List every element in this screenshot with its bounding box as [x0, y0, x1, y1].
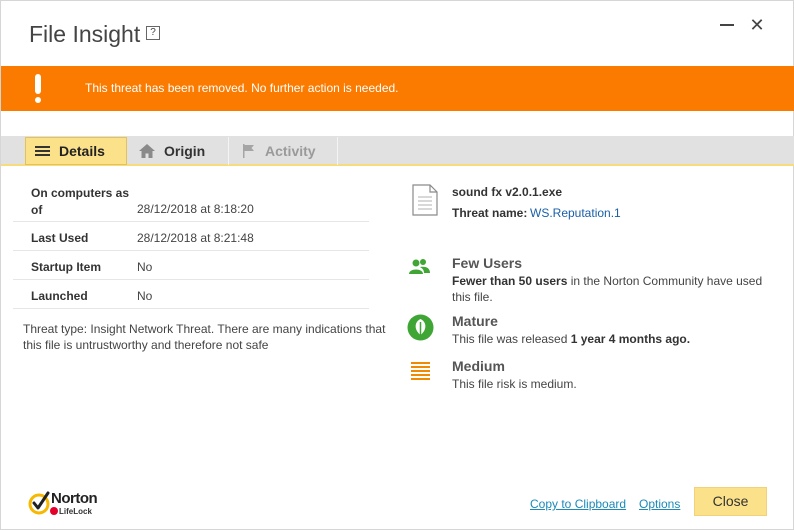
users-insight-title: Few Users — [452, 255, 523, 271]
minimize-icon — [720, 24, 734, 26]
exclamation-icon — [34, 74, 42, 104]
details-label: Launched — [31, 289, 88, 303]
logo-name: Norton — [51, 490, 98, 507]
help-icon[interactable]: ? — [146, 26, 160, 40]
threat-description: Threat type: Insight Network Threat. The… — [23, 322, 386, 352]
tab-origin-label: Origin — [164, 143, 206, 159]
tab-activity[interactable]: Activity — [230, 137, 338, 165]
details-table: On computers as of 28/12/2018 at 8:18:20… — [13, 179, 369, 309]
tab-bar: Details Origin Activity — [1, 136, 794, 166]
norton-logo: Norton LifeLock — [28, 490, 118, 518]
threat-name-value[interactable]: WS.Reputation.1 — [530, 206, 621, 220]
risk-insight-desc: This file risk is medium. — [452, 377, 577, 391]
tab-activity-label: Activity — [265, 143, 316, 159]
banner-message: This threat has been removed. No further… — [85, 81, 399, 95]
details-label: Last Used — [31, 231, 89, 245]
leaf-icon — [407, 314, 434, 342]
details-row: Startup Item No — [13, 251, 369, 280]
mature-insight-bold: 1 year 4 months ago. — [570, 332, 691, 346]
mature-insight-title: Mature — [452, 313, 498, 329]
tab-details[interactable]: Details — [25, 137, 127, 165]
close-window-button[interactable]: ✕ — [747, 15, 767, 35]
list-icon — [35, 145, 50, 157]
flag-icon — [242, 144, 256, 158]
details-value: No — [137, 260, 153, 274]
status-banner: This threat has been removed. No further… — [1, 66, 794, 111]
details-row: Last Used 28/12/2018 at 8:21:48 — [13, 222, 369, 251]
details-label: On computers as of — [31, 186, 130, 217]
details-row: Launched No — [13, 280, 369, 309]
file-insight-window: File Insight ? ✕ This threat has been re… — [0, 0, 794, 530]
norton-check-icon — [28, 491, 50, 515]
risk-level-icon — [411, 362, 430, 381]
threat-name-label: Threat name: — [452, 206, 528, 220]
home-icon — [139, 144, 155, 158]
risk-insight-title: Medium — [452, 358, 505, 374]
details-value: 28/12/2018 at 8:21:48 — [137, 231, 254, 245]
file-icon — [412, 184, 438, 216]
lifelock-dot-icon — [50, 507, 58, 515]
users-icon — [408, 257, 432, 281]
details-label: Startup Item — [31, 260, 102, 274]
details-value: 28/12/2018 at 8:18:20 — [137, 202, 254, 216]
window-title: File Insight — [29, 21, 141, 47]
options-link[interactable]: Options — [639, 497, 680, 511]
tab-details-label: Details — [59, 143, 105, 159]
close-button[interactable]: Close — [694, 487, 767, 516]
mature-insight-desc: This file was released 1 year 4 months a… — [452, 331, 772, 347]
mature-insight-prefix: This file was released — [452, 332, 571, 346]
details-row: On computers as of 28/12/2018 at 8:18:20 — [13, 179, 369, 222]
file-name: sound fx v2.0.1.exe — [452, 185, 563, 199]
logo-sub: LifeLock — [59, 507, 92, 516]
minimize-button[interactable] — [717, 15, 737, 35]
copy-to-clipboard-link[interactable]: Copy to Clipboard — [530, 497, 626, 511]
details-value: No — [137, 289, 153, 303]
tab-origin[interactable]: Origin — [129, 137, 229, 165]
users-insight-desc: Fewer than 50 users in the Norton Commun… — [452, 273, 772, 305]
users-insight-bold: Fewer than 50 users — [452, 274, 568, 288]
